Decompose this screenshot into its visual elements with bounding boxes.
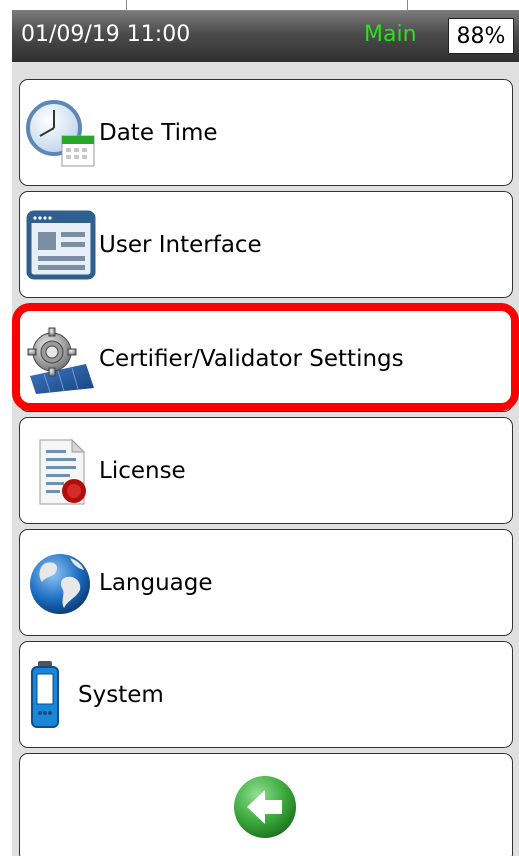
menu-item-license[interactable]: License xyxy=(19,417,513,524)
certificate-document-icon xyxy=(26,434,96,508)
menu-item-label: Language xyxy=(99,569,213,596)
window-layout-icon xyxy=(26,208,96,282)
gear-settings-icon xyxy=(26,322,96,396)
back-button[interactable] xyxy=(19,753,513,856)
menu-item-date-time[interactable]: Date Time xyxy=(19,79,513,186)
clock-calendar-icon xyxy=(26,96,96,170)
menu-item-label: Date Time xyxy=(99,119,218,146)
menu-item-system[interactable]: System xyxy=(19,641,513,748)
menu-item-certifier-validator-settings[interactable]: Certifier/Validator Settings xyxy=(19,305,513,412)
menu-item-label: System xyxy=(78,681,164,708)
top-tab-notch xyxy=(126,0,408,11)
status-datetime: 01/09/19 11:00 xyxy=(21,22,191,47)
back-arrow-icon xyxy=(232,774,298,840)
status-mode: Main xyxy=(364,22,417,47)
menu-item-language[interactable]: Language xyxy=(19,529,513,636)
status-bar: 01/09/19 11:00 Main 88% xyxy=(12,10,519,62)
menu-item-label: License xyxy=(99,457,186,484)
globe-icon xyxy=(26,546,96,620)
battery-level: 88% xyxy=(448,18,514,54)
menu-item-user-interface[interactable]: User Interface xyxy=(19,191,513,298)
handheld-device-icon xyxy=(22,658,72,732)
menu-item-label: Certifier/Validator Settings xyxy=(99,345,404,372)
menu-item-label: User Interface xyxy=(99,231,262,258)
